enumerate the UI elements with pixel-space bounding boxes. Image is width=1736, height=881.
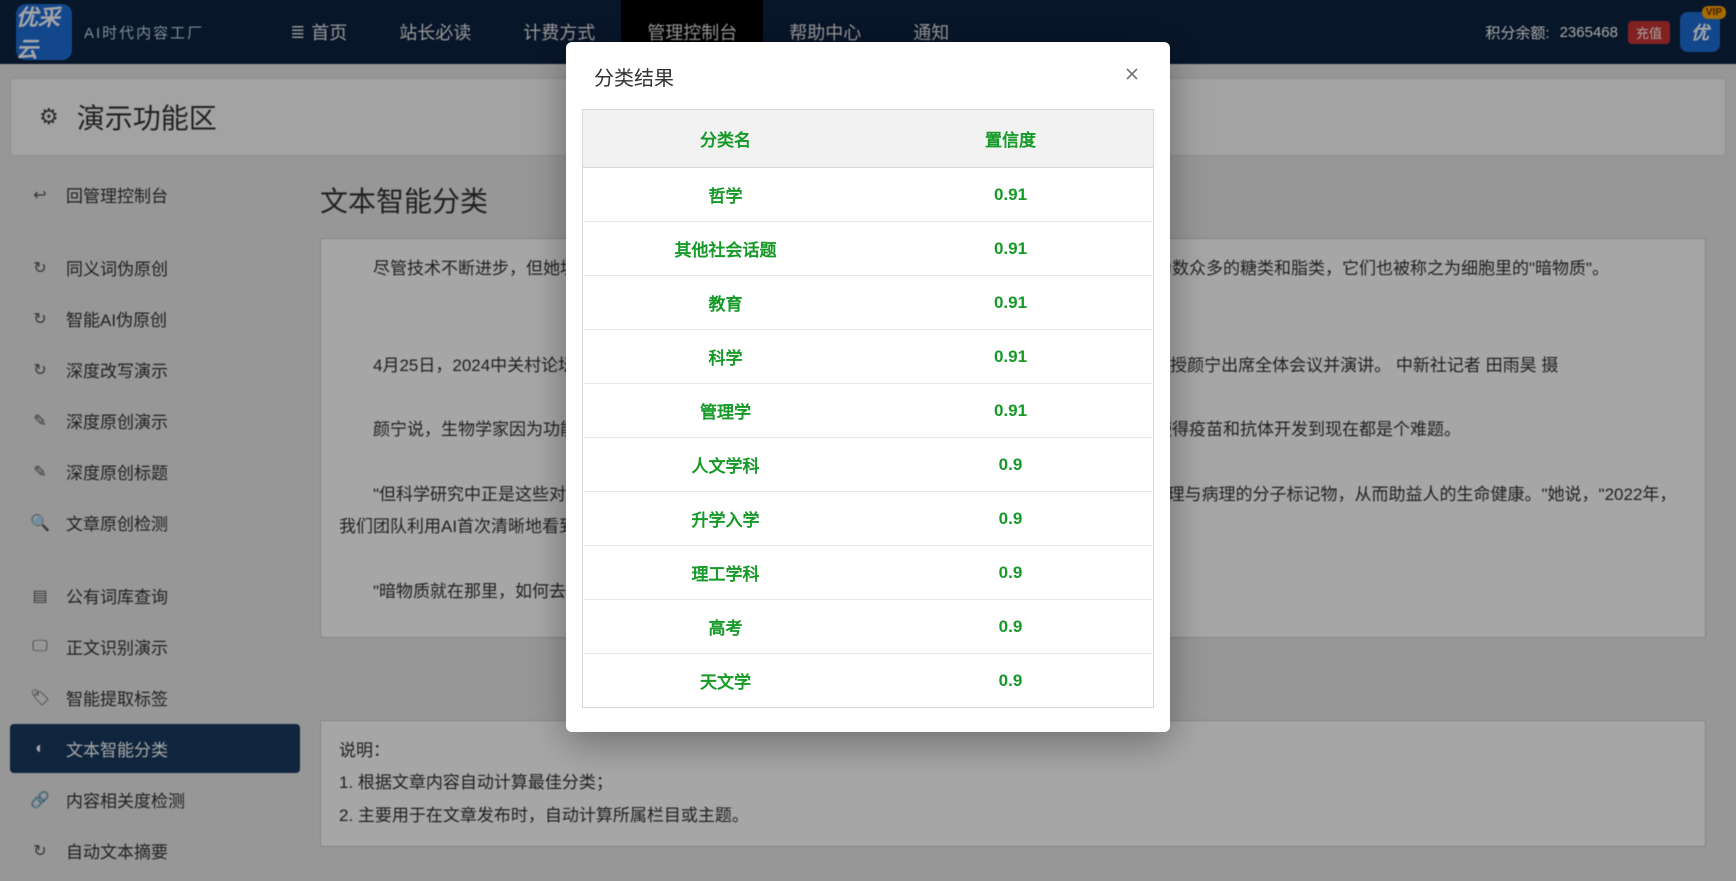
category-name: 高考 (583, 600, 869, 654)
table-row: 管理学0.91 (583, 384, 1154, 438)
modal-body: 分类名 置信度 哲学0.91其他社会话题0.91教育0.91科学0.91管理学0… (566, 109, 1170, 732)
table-row: 升学入学0.9 (583, 492, 1154, 546)
category-name: 科学 (583, 330, 869, 384)
table-header-conf: 置信度 (868, 110, 1154, 168)
modal-title: 分类结果 (594, 62, 674, 91)
confidence-value: 0.91 (868, 330, 1154, 384)
table-row: 人文学科0.9 (583, 438, 1154, 492)
table-row: 天文学0.9 (583, 654, 1154, 708)
confidence-value: 0.91 (868, 168, 1154, 222)
modal-header: 分类结果 (566, 42, 1170, 109)
result-table: 分类名 置信度 哲学0.91其他社会话题0.91教育0.91科学0.91管理学0… (582, 109, 1154, 708)
confidence-value: 0.9 (868, 654, 1154, 708)
table-row: 教育0.91 (583, 276, 1154, 330)
confidence-value: 0.91 (868, 276, 1154, 330)
modal-overlay[interactable]: 分类结果 分类名 置信度 哲学0.91其他社会话题0.91教育0.91科学0.9… (0, 0, 1736, 881)
confidence-value: 0.9 (868, 546, 1154, 600)
table-row: 其他社会话题0.91 (583, 222, 1154, 276)
category-name: 升学入学 (583, 492, 869, 546)
confidence-value: 0.9 (868, 438, 1154, 492)
category-name: 管理学 (583, 384, 869, 438)
confidence-value: 0.91 (868, 384, 1154, 438)
confidence-value: 0.91 (868, 222, 1154, 276)
category-name: 人文学科 (583, 438, 869, 492)
table-row: 科学0.91 (583, 330, 1154, 384)
table-row: 理工学科0.9 (583, 546, 1154, 600)
table-header-name: 分类名 (583, 110, 869, 168)
confidence-value: 0.9 (868, 600, 1154, 654)
table-row: 哲学0.91 (583, 168, 1154, 222)
category-name: 天文学 (583, 654, 869, 708)
confidence-value: 0.9 (868, 492, 1154, 546)
category-name: 教育 (583, 276, 869, 330)
close-icon[interactable] (1122, 64, 1142, 90)
table-row: 高考0.9 (583, 600, 1154, 654)
category-name: 理工学科 (583, 546, 869, 600)
category-name: 哲学 (583, 168, 869, 222)
category-name: 其他社会话题 (583, 222, 869, 276)
classification-modal: 分类结果 分类名 置信度 哲学0.91其他社会话题0.91教育0.91科学0.9… (566, 42, 1170, 732)
